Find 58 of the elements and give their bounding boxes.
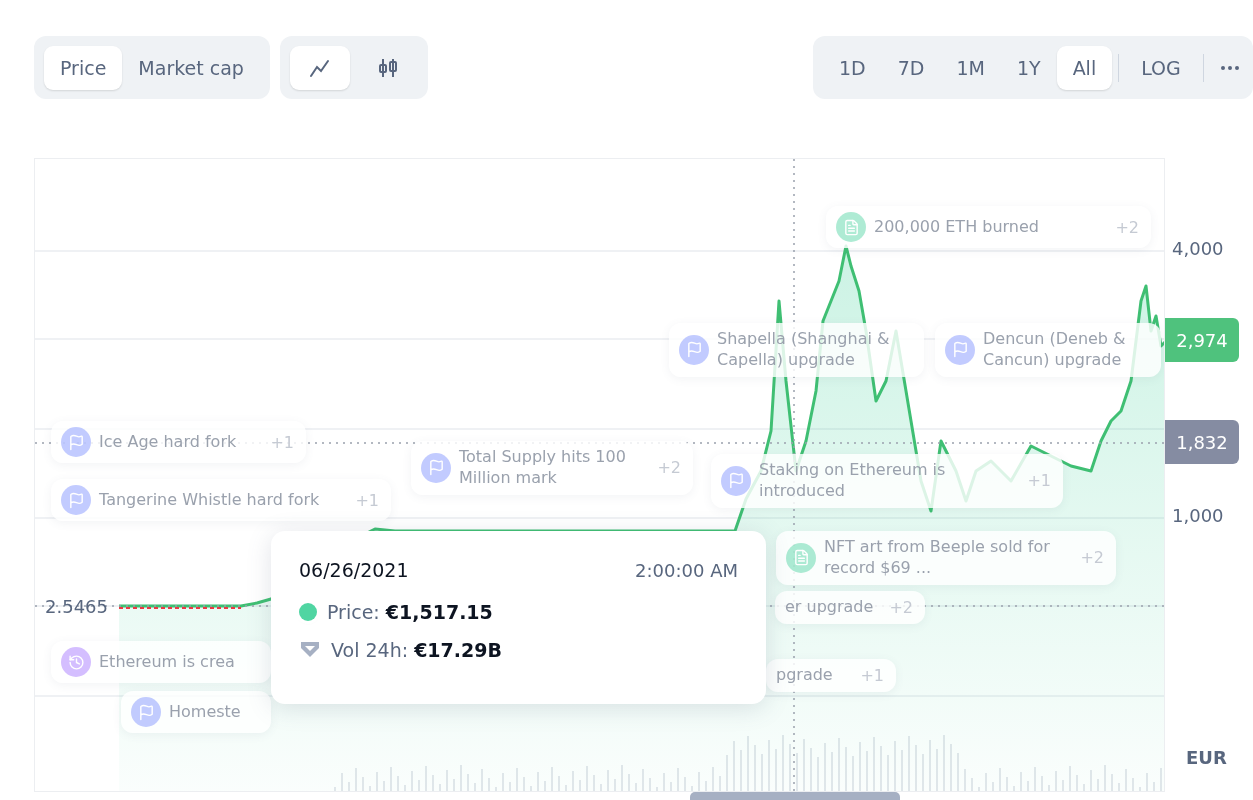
event-count: +1 bbox=[860, 665, 884, 685]
event-title: Ethereum is crea bbox=[99, 651, 236, 673]
event-marker[interactable]: Total Supply hits 100 Million mark +2 bbox=[411, 441, 693, 495]
currency-label: EUR bbox=[1186, 747, 1227, 768]
event-marker[interactable]: pgrade +1 bbox=[766, 659, 896, 692]
crosshair-price-badge: 1,832 bbox=[1165, 420, 1239, 464]
event-marker[interactable]: Homeste bbox=[121, 691, 271, 733]
range-tab[interactable]: 1M bbox=[940, 45, 1001, 90]
event-title: Homeste bbox=[169, 701, 242, 723]
event-title: Total Supply hits 100 Million mark bbox=[459, 447, 627, 489]
event-title: NFT art from Beeple sold for record $69 ... bbox=[824, 537, 1051, 579]
event-marker[interactable]: 200,000 ETH burned +2 bbox=[826, 206, 1151, 248]
event-title: Shapella (Shanghai & Capella) upgrade bbox=[717, 329, 891, 371]
history-icon bbox=[61, 647, 91, 677]
event-count: +1 bbox=[355, 490, 379, 510]
event-marker[interactable]: Ethereum is crea bbox=[51, 641, 271, 683]
volume-icon bbox=[299, 640, 321, 660]
tooltip-value: Price: €1,517.15 bbox=[327, 601, 493, 623]
event-title: Dencun (Deneb & Cancun) upgrade bbox=[983, 329, 1127, 371]
flag-icon bbox=[131, 697, 161, 727]
event-title: pgrade bbox=[776, 665, 834, 686]
range-tab[interactable]: All bbox=[1056, 45, 1113, 90]
document-icon bbox=[786, 542, 816, 573]
metric-tab[interactable]: Market cap bbox=[122, 45, 260, 90]
tooltip-date: 06/26/2021 bbox=[299, 559, 409, 581]
range-tab[interactable]: 1D bbox=[823, 45, 882, 90]
flag-icon bbox=[421, 452, 451, 483]
tooltip-value: Vol 24h: €17.29B bbox=[331, 639, 502, 661]
log-scale-button[interactable]: LOG bbox=[1125, 45, 1197, 90]
scroll-handle[interactable] bbox=[690, 792, 900, 800]
event-count: +1 bbox=[270, 432, 294, 452]
flag-icon bbox=[679, 334, 709, 365]
event-marker[interactable]: Ice Age hard fork +1 bbox=[51, 421, 306, 463]
start-price-label: 2.5465 bbox=[45, 596, 108, 617]
flag-icon bbox=[61, 427, 91, 457]
document-icon bbox=[836, 212, 866, 242]
line-chart-tab[interactable] bbox=[289, 45, 350, 90]
event-marker[interactable]: Tangerine Whistle hard fork +1 bbox=[51, 479, 391, 521]
event-title: Ice Age hard fork bbox=[99, 431, 238, 453]
y-axis-label: 1,000 bbox=[1172, 505, 1224, 526]
range-tab[interactable]: 1Y bbox=[1000, 45, 1057, 90]
current-price-badge: 2,974 bbox=[1165, 318, 1239, 362]
metric-tab[interactable]: Price bbox=[44, 45, 123, 90]
y-axis-label: 4,000 bbox=[1172, 238, 1224, 259]
event-count: +2 bbox=[1115, 217, 1139, 237]
range-tab[interactable]: 7D bbox=[881, 45, 941, 90]
event-count: +2 bbox=[657, 458, 681, 478]
event-marker[interactable]: Dencun (Deneb & Cancun) upgrade bbox=[935, 323, 1161, 377]
event-title: Staking on Ethereum is introduced bbox=[759, 460, 947, 502]
event-title: er upgrade bbox=[785, 597, 875, 618]
event-marker[interactable]: Shapella (Shanghai & Capella) upgrade bbox=[669, 323, 924, 377]
flag-icon bbox=[61, 485, 91, 515]
flag-icon bbox=[945, 334, 975, 365]
tooltip-time: 2:00:00 AM bbox=[635, 559, 738, 581]
price-dot-icon bbox=[299, 603, 317, 621]
event-title: 200,000 ETH burned bbox=[874, 216, 1040, 238]
event-title: Tangerine Whistle hard fork bbox=[99, 489, 321, 511]
flag-icon bbox=[721, 465, 751, 496]
